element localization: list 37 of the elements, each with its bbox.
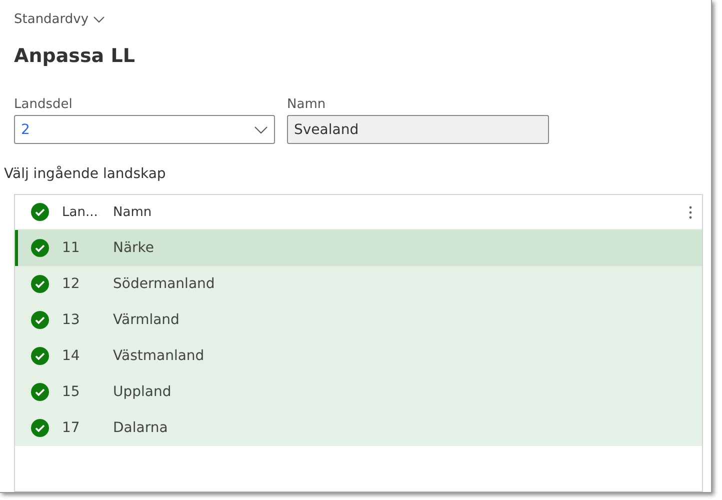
dropdown-field[interactable]: 2 bbox=[14, 115, 275, 144]
table-cell: Uppland bbox=[113, 384, 172, 400]
table-row[interactable]: 13 Värmland bbox=[15, 302, 702, 338]
row-checkbox[interactable] bbox=[31, 311, 49, 329]
table-row[interactable]: 12 Södermanland bbox=[15, 266, 702, 302]
chevron-icon bbox=[92, 16, 105, 24]
table-cell-text: 11 bbox=[62, 240, 81, 256]
field-label: Namn bbox=[287, 97, 327, 112]
column-header[interactable]: Lan... bbox=[62, 205, 98, 220]
table-cell-text: 17 bbox=[62, 420, 81, 436]
section-title: Välj ingående landskap bbox=[4, 166, 167, 182]
view-selector[interactable]: Standardvy bbox=[14, 12, 105, 27]
row-checkbox[interactable] bbox=[31, 419, 49, 437]
field-label: Landsdel bbox=[14, 97, 74, 112]
table-cell: Närke bbox=[113, 240, 154, 256]
select-all-checkbox[interactable] bbox=[31, 203, 49, 221]
row-checkbox[interactable] bbox=[31, 239, 49, 257]
table-cell: Dalarna bbox=[113, 420, 168, 436]
column-header[interactable]: Namn bbox=[113, 204, 152, 220]
table-cell-text: 14 bbox=[62, 348, 81, 364]
table-cell: Värmland bbox=[113, 312, 180, 328]
table-row[interactable]: 14 Västmanland bbox=[15, 338, 702, 374]
chevron-icon bbox=[254, 126, 268, 134]
table-row[interactable]: 15 Uppland bbox=[15, 374, 702, 410]
more-options-icon[interactable] bbox=[689, 206, 692, 218]
row-checkbox[interactable] bbox=[31, 275, 49, 293]
row-checkbox[interactable] bbox=[31, 347, 49, 365]
table-cell-text: 13 bbox=[62, 312, 81, 328]
table-row[interactable]: 11 Närke bbox=[15, 230, 702, 266]
table-cell-text: 12 bbox=[62, 276, 81, 292]
row-checkbox[interactable] bbox=[31, 383, 49, 401]
table-cell-text: 15 bbox=[62, 384, 81, 400]
table-cell: Västmanland bbox=[113, 348, 204, 364]
table-row[interactable]: 17 Dalarna bbox=[15, 410, 702, 446]
table-cell: Södermanland bbox=[113, 276, 215, 292]
page-title: Anpassa LL bbox=[14, 45, 136, 67]
readonly-field[interactable]: Svealand bbox=[287, 115, 549, 144]
